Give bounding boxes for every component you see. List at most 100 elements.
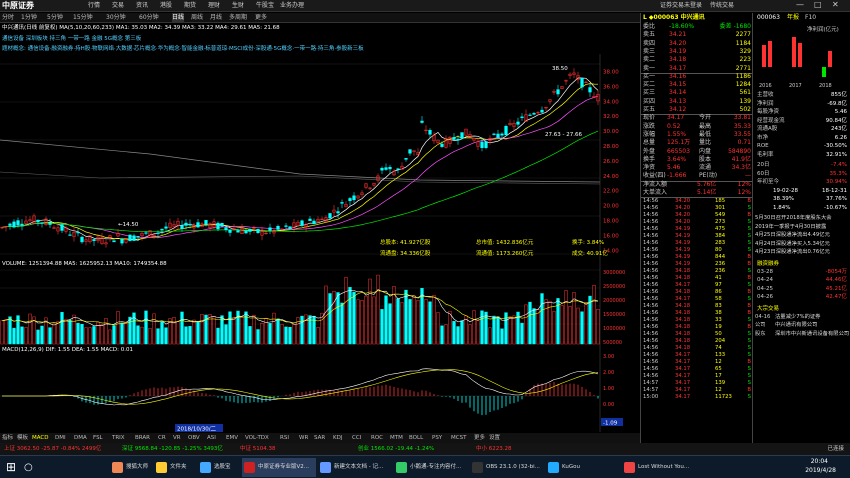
taskbar-app[interactable]: 新建文本文档 - 记... — [318, 458, 392, 477]
stock-code: L ◆000063 中兴通讯 — [643, 14, 705, 21]
tick-price: 34.19 — [675, 240, 691, 247]
indicator-tab[interactable]: RSI — [280, 433, 289, 443]
margin-date: 03-28 — [757, 268, 773, 275]
indicator-tab[interactable]: MTM — [390, 433, 403, 443]
period-tab[interactable]: 周线 — [191, 13, 203, 23]
period-tab[interactable]: 1分钟 — [21, 13, 37, 23]
taskbar-app[interactable]: 选股宝 — [198, 458, 240, 477]
tick-row: 14:56 34.18 33 S — [641, 317, 753, 324]
menu-item[interactable]: 资讯 — [136, 1, 148, 11]
indicator-tab[interactable]: SAR — [314, 433, 325, 443]
indicator-tab[interactable]: WR — [299, 433, 308, 443]
index-ticker[interactable]: 中证 5104.38 — [240, 443, 276, 455]
indicator-tab[interactable]: 设置 — [489, 433, 500, 443]
concept-tags[interactable]: 题材概念: 通信设备·融资融券·持H股·物联网络·大数据·芯片概念·华为概念·智… — [0, 44, 640, 53]
close-icon[interactable]: ✕ — [832, 0, 839, 9]
indicator-tab[interactable]: 更多 — [474, 433, 485, 443]
indicator-tab[interactable]: VR — [173, 433, 181, 443]
menu-item[interactable]: 业务办理 — [280, 1, 304, 11]
period-tab[interactable]: 多周期 — [229, 13, 247, 23]
tick-time: 14:57 — [643, 387, 659, 394]
period-tab[interactable]: 分时 — [2, 13, 14, 23]
indicator-tab[interactable]: FSL — [93, 433, 103, 443]
taskbar-app[interactable]: 搜狐大师 — [110, 458, 152, 477]
index-ticker[interactable]: 深证 9568.84 -120.85 -1.25% 3493亿 — [122, 443, 223, 455]
indicator-tab[interactable]: ROC — [371, 433, 383, 443]
period-tab[interactable]: 日线 — [172, 13, 185, 23]
search-icon[interactable]: ○ — [24, 458, 33, 477]
index-ticker[interactable]: 创业 1566.02 -19.44 -1.24% — [358, 443, 434, 455]
tick-price: 34.17 — [675, 387, 691, 394]
period-tab[interactable]: 月线 — [210, 13, 222, 23]
index-ticker[interactable]: 中小 6223.28 — [476, 443, 512, 455]
macd-chart[interactable]: 3.002.001.000.00-1.002018/10/30/二-1.09 — [0, 346, 640, 432]
stat-row: 现价 34.17 今开 33.81 — [641, 114, 753, 122]
tick-row: 14:56 34.18 19 B — [641, 324, 753, 331]
indicator-tab[interactable]: OBV — [188, 433, 200, 443]
sector-tags[interactable]: 通信设备 深圳板块 持三角 一带一路 金融 5G概念 第三板 — [0, 34, 640, 44]
period-tab[interactable]: 5分钟 — [47, 13, 63, 23]
period-tab[interactable]: 60分钟 — [139, 13, 159, 23]
indicator-tab[interactable]: MACD — [32, 433, 49, 443]
menu-item[interactable]: 生财 — [232, 1, 244, 11]
menu-item[interactable]: 理财 — [208, 1, 220, 11]
taskbar-app[interactable]: Lost Without You... — [622, 458, 696, 477]
indicator-tab[interactable]: ASI — [207, 433, 216, 443]
news-item[interactable]: 2019年一季报于4月30日披露 — [755, 223, 850, 231]
indicator-tab[interactable]: VOL-TDX — [245, 433, 269, 443]
app-icon — [548, 462, 559, 473]
index-ticker[interactable]: 上证 3062.50 -25.87 -0.84% 2499亿 — [4, 443, 101, 455]
maximize-icon[interactable]: □ — [814, 0, 822, 9]
taskbar-app[interactable]: 小鹅通-专注内容付... — [394, 458, 468, 477]
start-icon[interactable]: ⊞ — [6, 458, 16, 477]
traditional-trade-link[interactable]: 传统交易 — [710, 1, 734, 11]
fund-tab[interactable]: F10 — [805, 13, 816, 22]
indicator-tab[interactable]: TRIX — [112, 433, 125, 443]
indicator-tab[interactable]: DMI — [55, 433, 66, 443]
menu-item[interactable]: 期货 — [184, 1, 196, 11]
news-item[interactable]: 5月30日召开2018年度股东大会 — [755, 214, 850, 222]
tick-vol: 58 — [715, 296, 722, 303]
volume-bar — [408, 299, 412, 345]
taskbar-app[interactable]: 中原证券专业版V2... — [242, 458, 316, 477]
news-item[interactable]: 4月23日深股通净流出0.76亿元 — [755, 248, 850, 256]
ma-values: 中兴通讯(日线 前复权) MA(5,10,20,60,233) MA1: 35.… — [2, 25, 280, 31]
taskbar-app[interactable]: OBS 23.1.0 (32-bi... — [470, 458, 544, 477]
taskbar-app[interactable]: 文件夹 — [154, 458, 196, 477]
kline-chart[interactable]: 38.00 36.00 34.00 32.00 30.00 28.00 26.00 24.00… — [0, 54, 640, 260]
trade-login-status[interactable]: 证券交易未登录 — [660, 1, 702, 11]
fund-tab[interactable]: 年报 — [787, 13, 799, 22]
indicator-tab[interactable]: BRAR — [135, 433, 150, 443]
indicator-tab[interactable]: DMA — [74, 433, 87, 443]
indicator-tab[interactable]: CCI — [352, 433, 361, 443]
period-tab[interactable]: 更多 — [255, 13, 267, 23]
indicator-tab[interactable]: CR — [158, 433, 166, 443]
tick-side: S — [747, 317, 751, 324]
volume-chart[interactable]: 3000000250000020000001500000100000050000… — [0, 260, 640, 346]
price-tick: 26.00 — [603, 159, 619, 165]
period-tab[interactable]: 15分钟 — [73, 13, 93, 23]
indicator-tab[interactable]: 模板 — [17, 433, 28, 443]
indicator-tab[interactable]: 指标 — [2, 433, 13, 443]
indicator-tab[interactable]: BOLL — [409, 433, 423, 443]
volume-bar — [364, 295, 368, 345]
indicator-tab[interactable]: MCST — [451, 433, 466, 443]
candle-body — [40, 222, 44, 224]
taskbar-app[interactable]: KuGou — [546, 458, 620, 477]
minimize-icon[interactable]: — — [796, 0, 804, 9]
row-value2: 502 — [739, 106, 751, 113]
indicator-tab[interactable]: PSY — [432, 433, 442, 443]
price-tick: 28.00 — [603, 144, 619, 150]
news-item[interactable]: 4月25日深股通净流出4.49亿元 — [755, 231, 850, 239]
indicator-tab[interactable]: EMV — [226, 433, 238, 443]
menu-item[interactable]: 交易 — [112, 1, 124, 11]
period-tab[interactable]: 30分钟 — [106, 13, 126, 23]
year-label: 2017 — [789, 83, 802, 89]
news-item[interactable]: 4月24日深股通净买入5.34亿元 — [755, 240, 850, 248]
menu-item[interactable]: 港股 — [160, 1, 172, 11]
price-tick: 34.00 — [603, 99, 619, 105]
indicator-tab[interactable]: KDJ — [333, 433, 342, 443]
menu-item[interactable]: 牛股宝 — [256, 1, 274, 11]
menu-item[interactable]: 行情 — [88, 1, 100, 11]
candle-body — [388, 167, 392, 170]
